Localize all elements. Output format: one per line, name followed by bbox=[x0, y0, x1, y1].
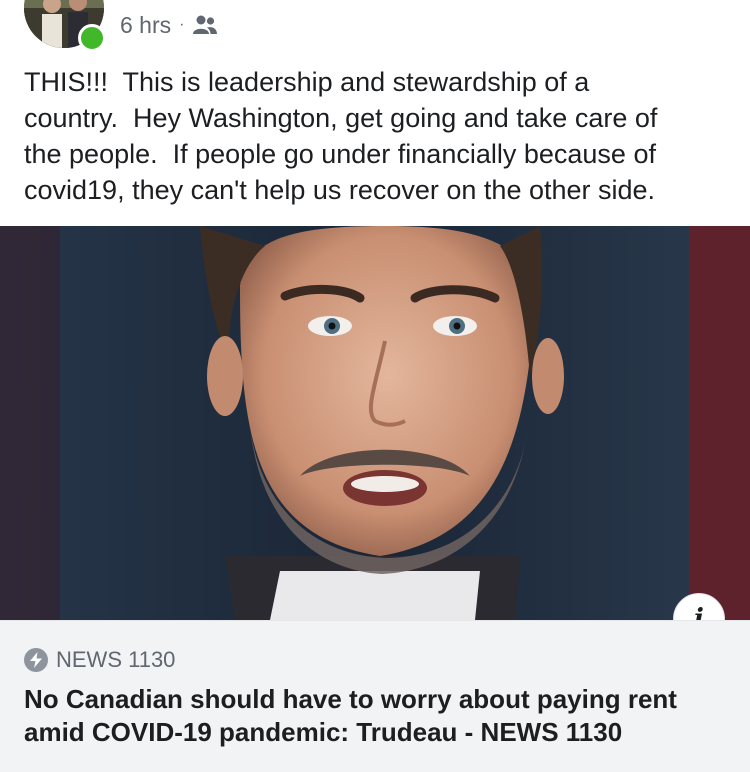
friends-icon[interactable] bbox=[192, 14, 218, 36]
post-header: 6 hrs · bbox=[0, 0, 750, 56]
online-status-indicator bbox=[78, 24, 106, 52]
link-preview-image[interactable] bbox=[0, 226, 750, 620]
post-text: THIS!!! This is leadership and stewardsh… bbox=[24, 67, 658, 205]
link-source-name: NEWS 1130 bbox=[56, 647, 176, 672]
link-preview-card[interactable]: NEWS 1130 No Canadian should have to wor… bbox=[0, 620, 750, 772]
post-meta: 6 hrs · bbox=[120, 10, 218, 40]
meta-separator: · bbox=[179, 16, 185, 33]
post-timestamp[interactable]: 6 hrs bbox=[120, 12, 171, 39]
link-source: NEWS 1130 bbox=[24, 647, 175, 673]
bolt-icon bbox=[24, 648, 48, 672]
link-headline[interactable]: No Canadian should have to worry about p… bbox=[24, 683, 734, 749]
